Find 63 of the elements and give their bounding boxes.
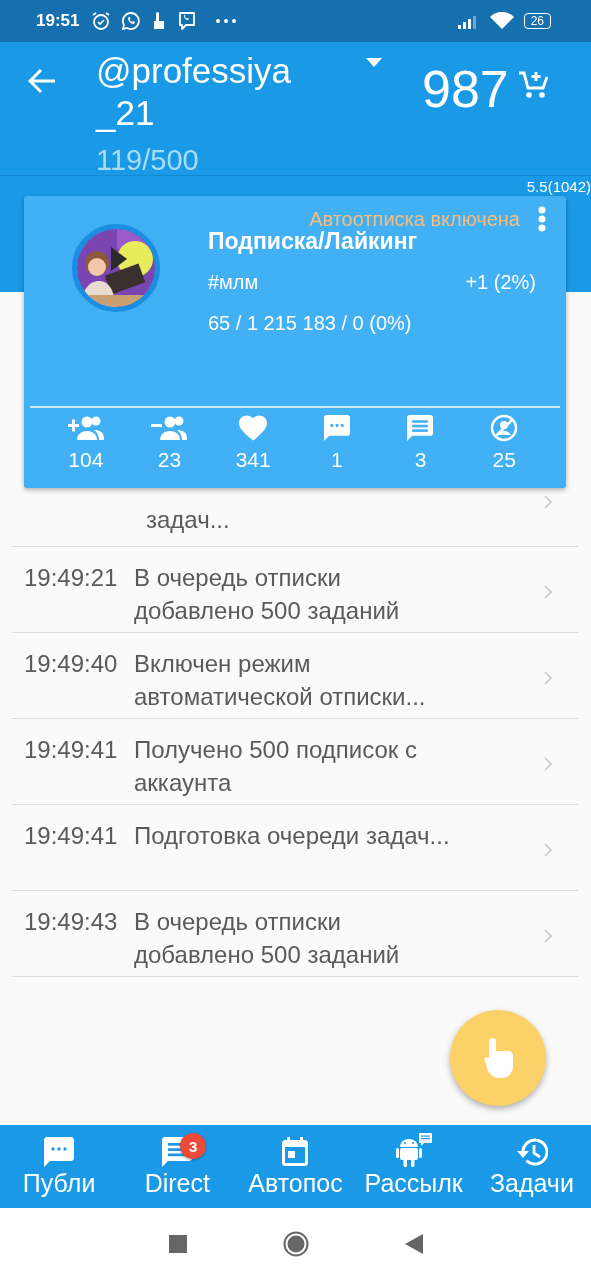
- recents-icon[interactable]: [168, 1235, 187, 1253]
- comment-icon[interactable]: [44, 1137, 75, 1167]
- account-counter: 119/500: [96, 144, 200, 177]
- stat-value: 25: [492, 448, 516, 472]
- balance-amount: 987: [422, 59, 509, 120]
- account-title[interactable]: @professiya _21: [96, 50, 366, 134]
- chevron-right-icon[interactable]: [544, 671, 552, 685]
- alarm-icon: [91, 11, 112, 31]
- log-time: 19:49:40: [24, 649, 119, 679]
- log-time: 19:49:43: [24, 907, 119, 937]
- back-arrow-icon[interactable]: [28, 68, 56, 94]
- tap-button[interactable]: [450, 1010, 546, 1106]
- chevron-right-icon[interactable]: [544, 929, 552, 943]
- clock-time: 19:51: [36, 11, 80, 31]
- log-message: В очередь отписки добавлено 500 заданий: [134, 563, 401, 626]
- android-icon[interactable]: [395, 1133, 432, 1167]
- add-person-icon: [67, 414, 104, 442]
- message-icon: [407, 414, 434, 442]
- totals-label: 65 / 1 215 183 / 0 (0%): [208, 312, 413, 335]
- comment-icon: [323, 414, 350, 442]
- remove-person-icon: [151, 414, 188, 442]
- more-vert-icon[interactable]: [538, 206, 546, 232]
- chevron-right-icon[interactable]: [544, 585, 552, 599]
- stat-value: 23: [157, 448, 182, 472]
- stat-value: 104: [68, 448, 104, 472]
- heart-icon: [239, 414, 268, 442]
- cart-plus-icon[interactable]: [518, 70, 549, 100]
- nav-label[interactable]: Публи: [22, 1169, 96, 1198]
- nav-label[interactable]: Direct: [144, 1169, 210, 1198]
- chevron-right-icon[interactable]: [544, 495, 552, 509]
- phone-bubble-icon: [177, 10, 198, 32]
- more-icon: [215, 18, 238, 24]
- log-message: Получено 500 подписок с аккаунта: [134, 735, 418, 798]
- stat-value: 1: [330, 448, 343, 472]
- notification-badge: 3: [180, 1133, 207, 1159]
- back-icon[interactable]: [404, 1234, 423, 1254]
- battery-icon: 26: [523, 13, 551, 29]
- stat-value: 3: [414, 448, 427, 472]
- phone-bubble-icon: [121, 11, 142, 31]
- chevron-right-icon[interactable]: [544, 757, 552, 771]
- hashtag-label: #млм: [208, 271, 259, 294]
- nav-label[interactable]: Автопос: [248, 1169, 343, 1198]
- log-message: Включен режим автоматической отписки...: [134, 649, 427, 712]
- log-message: Подготовка очереди задач...: [134, 821, 451, 851]
- nav-label[interactable]: Задачи: [489, 1169, 574, 1198]
- change-label: +1 (2%): [465, 271, 536, 294]
- log-time: 19:49:41: [24, 735, 119, 765]
- stat-value: 341: [235, 448, 271, 472]
- log-message: В очередь отписки добавлено 500 заданий: [134, 907, 401, 970]
- task-title: Подписка/Лайкинг: [208, 228, 419, 255]
- log-message: задач...: [146, 505, 231, 535]
- blocked-user-icon: [490, 414, 519, 442]
- home-icon[interactable]: [282, 1231, 309, 1257]
- nav-label[interactable]: Рассылк: [364, 1169, 463, 1198]
- dropdown-caret-icon[interactable]: [366, 58, 382, 67]
- log-time: 19:49:21: [24, 563, 119, 593]
- version-label: 5.5(1042): [526, 179, 591, 195]
- wifi-icon: [489, 12, 514, 30]
- calendar-icon[interactable]: [281, 1137, 310, 1167]
- log-time: 19:49:41: [24, 821, 119, 851]
- chevron-right-icon[interactable]: [544, 843, 552, 857]
- history-icon[interactable]: [515, 1137, 548, 1167]
- auto-unfollow-status: Автоотписка включена: [309, 207, 520, 231]
